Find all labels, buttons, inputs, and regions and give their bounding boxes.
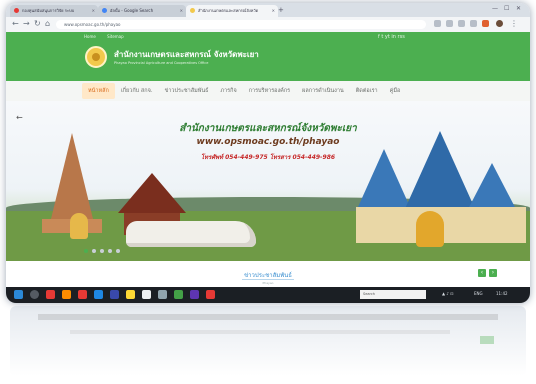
forward-icon[interactable]: → — [23, 19, 30, 29]
menu-item-management[interactable]: การบริหารองค์กร — [243, 83, 296, 99]
extension-icon[interactable] — [446, 20, 453, 27]
slider-dots — [84, 249, 124, 253]
reload-icon[interactable]: ↻ — [34, 19, 41, 29]
app-icon[interactable] — [174, 290, 183, 299]
extension-icon[interactable] — [482, 20, 489, 27]
extension-icon[interactable] — [458, 20, 465, 27]
home-icon[interactable]: ⌂ — [45, 19, 50, 29]
browser-window: กองทุนสนับสนุนการวิจัย ระบบ ✕ อัลบั้ม - … — [6, 3, 530, 303]
slider-dot[interactable] — [84, 249, 88, 253]
social-icons[interactable]: f t yt in rss — [378, 34, 405, 40]
temple-roof-illustration — [358, 149, 410, 207]
main-navigation: หน้าหลัก เกี่ยวกับ สกจ. ข่าวประชาสัมพันธ… — [6, 81, 530, 102]
tab-favicon-icon — [102, 8, 107, 13]
tray-icons[interactable]: ▲ ♪ ⊡ — [442, 291, 454, 296]
app-icon[interactable] — [78, 290, 87, 299]
maximize-icon[interactable]: ☐ — [504, 5, 509, 12]
folder-icon[interactable] — [126, 290, 135, 299]
slider-dot[interactable] — [92, 249, 96, 253]
browser-tab-2[interactable]: อัลบั้ม - Google Search ✕ — [98, 5, 186, 17]
section-next-button[interactable]: › — [489, 269, 497, 277]
site-header: Home Sitemap f t yt in rss สำนักงานเกษตร… — [6, 32, 530, 81]
close-tab-icon[interactable]: ✕ — [180, 5, 183, 17]
app-icon[interactable] — [142, 290, 151, 299]
menu-item-manual[interactable]: คู่มือ — [384, 83, 407, 99]
app-icon[interactable] — [94, 290, 103, 299]
back-icon[interactable]: ← — [12, 19, 19, 29]
app-icon[interactable] — [190, 290, 199, 299]
reclining-buddha-illustration — [126, 221, 256, 247]
top-links: Home Sitemap — [84, 34, 134, 39]
tab-strip: กองทุนสนับสนุนการวิจัย ระบบ ✕ อัลบั้ม - … — [6, 3, 530, 17]
app-icon[interactable] — [206, 290, 215, 299]
url-field[interactable]: www.opsmoac.go.th/phayao — [56, 20, 426, 29]
site-subtitle: Phayao Provincial Agriculture and Cooper… — [114, 61, 209, 65]
site-title: สำนักงานเกษตรและสหกรณ์ จังหวัดพะเยา — [114, 50, 259, 59]
top-link-sitemap[interactable]: Sitemap — [107, 34, 124, 39]
menu-item-mission[interactable]: ภารกิจ — [214, 83, 242, 99]
taskbar-search-input[interactable]: Search — [360, 290, 426, 299]
menu-item-contact[interactable]: ติดต่อเรา — [350, 83, 384, 99]
tab-favicon-icon — [190, 8, 195, 13]
agency-seal-logo — [85, 46, 107, 68]
slider-dot[interactable] — [116, 249, 120, 253]
browser-tab-1[interactable]: กองทุนสนับสนุนการวิจัย ระบบ ✕ — [10, 5, 98, 17]
tab-title: กองทุนสนับสนุนการวิจัย ระบบ — [22, 8, 75, 13]
extension-icon[interactable] — [470, 20, 477, 27]
app-icon[interactable] — [62, 290, 71, 299]
minimize-icon[interactable]: — — [492, 5, 498, 12]
app-icon[interactable] — [158, 290, 167, 299]
hero-banner: ← สำนักงานเกษตรและสหกรณ์จังหวัดพะเยา www… — [6, 101, 530, 261]
close-tab-icon[interactable]: ✕ — [272, 5, 275, 17]
menu-item-news[interactable]: ข่าวประชาสัมพันธ์ — [159, 83, 215, 99]
close-window-icon[interactable]: ✕ — [516, 5, 521, 12]
golden-buddha-illustration — [416, 211, 444, 247]
screen-reflection — [10, 306, 526, 376]
star-icon[interactable] — [434, 20, 441, 27]
app-icon[interactable] — [46, 290, 55, 299]
top-link-home[interactable]: Home — [84, 34, 96, 39]
new-tab-button[interactable]: + — [278, 5, 284, 15]
tab-title: สำนักงานเกษตรและสหกรณ์จังหวัด — [198, 8, 259, 13]
close-tab-icon[interactable]: ✕ — [92, 5, 95, 17]
tab-title: อัลบั้ม - Google Search — [110, 8, 154, 13]
section-subtitle: Phayao — [262, 281, 274, 285]
search-icon[interactable] — [30, 290, 39, 299]
menu-item-home[interactable]: หน้าหลัก — [82, 83, 115, 99]
temple-roof-illustration — [466, 163, 518, 213]
tray-lang[interactable]: ENG — [474, 291, 483, 296]
stupa-illustration — [50, 133, 94, 223]
news-section: ข่าวประชาสัมพันธ์ Phayao ‹ › — [6, 261, 530, 287]
reflection-bar — [70, 330, 450, 334]
app-icon[interactable] — [110, 290, 119, 299]
tray-clock[interactable]: 11:42 — [496, 291, 508, 296]
browser-tab-active[interactable]: สำนักงานเกษตรและสหกรณ์จังหวัด ✕ — [186, 5, 278, 17]
section-prev-button[interactable]: ‹ — [478, 269, 486, 277]
slider-dot[interactable] — [108, 249, 112, 253]
menu-item-results[interactable]: ผลการดำเนินงาน — [296, 83, 350, 99]
windows-taskbar: Search ▲ ♪ ⊡ ENG 11:42 — [6, 287, 530, 303]
slider-dot[interactable] — [100, 249, 104, 253]
address-bar-row: ← → ↻ ⌂ www.opsmoac.go.th/phayao ⋮ — [6, 17, 530, 33]
buddha-statue-illustration — [70, 213, 88, 239]
start-icon[interactable] — [14, 290, 23, 299]
profile-avatar[interactable] — [496, 20, 503, 27]
menu-item-about[interactable]: เกี่ยวกับ สกจ. — [115, 83, 159, 99]
temple-roof-illustration — [118, 173, 186, 213]
section-divider — [242, 279, 294, 280]
reflection-button — [480, 336, 494, 344]
reflection-bar — [38, 314, 498, 320]
menu-dots-icon[interactable]: ⋮ — [510, 19, 518, 29]
tab-favicon-icon — [14, 8, 19, 13]
